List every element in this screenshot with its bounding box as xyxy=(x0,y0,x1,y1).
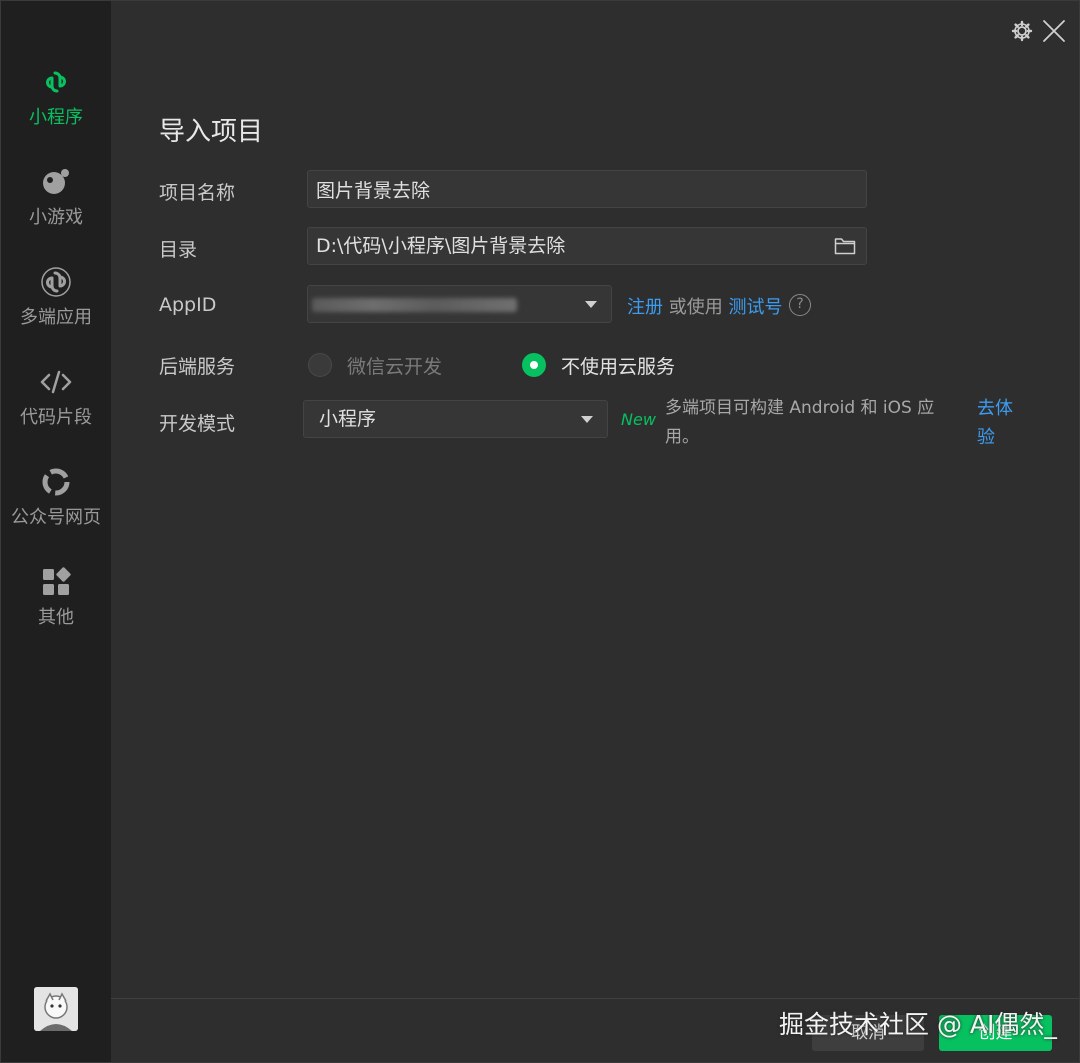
sidebar-item-label: 其他 xyxy=(38,607,74,628)
test-account-link[interactable]: 测试号 xyxy=(728,297,782,318)
appid-label: AppID xyxy=(159,294,217,316)
no-cloud-option-label: 不使用云服务 xyxy=(561,356,676,378)
appid-select[interactable] xyxy=(307,285,612,323)
sidebar-item-multi-platform[interactable]: 多端应用 xyxy=(1,265,111,345)
directory-label: 目录 xyxy=(159,239,198,261)
mini-program-icon xyxy=(46,71,66,93)
sidebar-item-other[interactable]: 其他 xyxy=(1,565,111,645)
dev-mode-select[interactable]: 小程序 xyxy=(303,400,608,438)
avatar[interactable] xyxy=(34,987,78,1031)
sidebar-item-mini-game[interactable]: 小游戏 xyxy=(1,165,111,245)
sidebar-item-mini-program[interactable]: 小程序 xyxy=(1,65,111,145)
dev-mode-description: 多端项目可构建 Android 和 iOS 应 用。 xyxy=(665,394,955,452)
cloud-dev-option-label: 微信云开发 xyxy=(347,356,443,378)
folder-icon[interactable] xyxy=(834,236,856,256)
settings-gear-icon[interactable] xyxy=(1008,17,1036,45)
sidebar-item-official-account[interactable]: 公众号网页 xyxy=(1,465,111,545)
chevron-down-icon xyxy=(585,301,597,308)
official-account-icon xyxy=(42,468,70,496)
new-badge: New xyxy=(621,410,656,429)
code-snippet-icon xyxy=(40,370,72,394)
dev-mode-description-line: 用。 xyxy=(665,427,699,447)
directory-value: D:\代码\小程序\图片背景去除 xyxy=(316,235,566,257)
grid-icon xyxy=(43,567,71,595)
try-it-link-line: 验 xyxy=(977,427,995,448)
no-cloud-radio[interactable] xyxy=(522,353,546,377)
try-it-link[interactable]: 去体 验 xyxy=(977,394,1013,452)
register-link[interactable]: 注册 xyxy=(627,297,663,318)
sidebar-item-label: 公众号网页 xyxy=(11,507,101,528)
appid-redacted-value xyxy=(312,298,517,312)
multi-platform-icon xyxy=(41,267,71,297)
help-icon[interactable]: ? xyxy=(789,294,811,316)
backend-service-label: 后端服务 xyxy=(159,356,236,378)
dev-mode-label: 开发模式 xyxy=(159,413,236,435)
try-it-link-line: 去体 xyxy=(977,398,1013,419)
sidebar-item-label: 多端应用 xyxy=(20,307,92,328)
appid-links: 注册 或使用 测试号 xyxy=(627,293,782,319)
watermark: 掘金技术社区 @ AI偶然_ xyxy=(779,1010,1057,1039)
project-name-label: 项目名称 xyxy=(159,182,236,204)
sidebar-item-label: 代码片段 xyxy=(20,407,92,428)
close-icon[interactable] xyxy=(1040,17,1068,45)
import-project-window: 小程序 小游戏 多端应用 代码片段 公众号网页 其他 导入项目 项目名称 图片背… xyxy=(0,0,1080,1063)
sidebar: 小程序 小游戏 多端应用 代码片段 公众号网页 其他 xyxy=(1,1,111,1062)
page-title: 导入项目 xyxy=(159,117,264,147)
project-name-input[interactable] xyxy=(307,170,867,208)
sidebar-item-code-snippet[interactable]: 代码片段 xyxy=(1,365,111,445)
sidebar-item-label: 小程序 xyxy=(29,107,83,128)
sidebar-item-label: 小游戏 xyxy=(29,207,83,228)
dev-mode-description-line: 多端项目可构建 Android 和 iOS 应 xyxy=(665,398,935,418)
or-use-text: 或使用 xyxy=(668,297,723,318)
directory-field[interactable]: D:\代码\小程序\图片背景去除 xyxy=(307,227,867,265)
avatar-image xyxy=(34,987,78,1031)
chevron-down-icon xyxy=(581,416,593,423)
footer-divider xyxy=(111,998,1079,999)
mini-game-icon xyxy=(43,169,69,194)
cloud-dev-radio[interactable] xyxy=(308,353,332,377)
dev-mode-value: 小程序 xyxy=(319,408,377,430)
